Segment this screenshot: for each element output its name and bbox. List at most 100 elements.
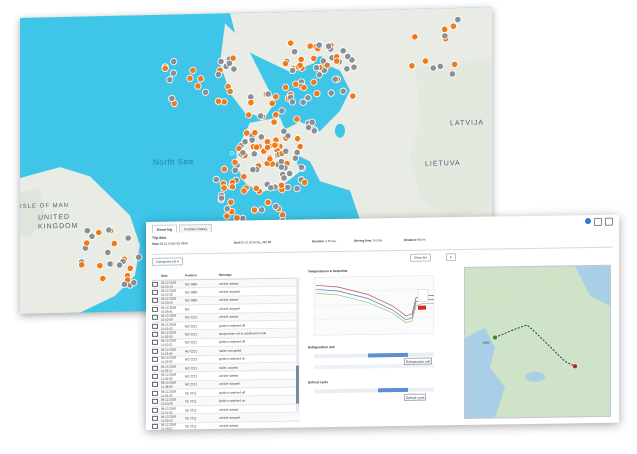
vehicle-marker-icon[interactable] (268, 99, 276, 107)
vehicle-marker-icon[interactable] (287, 39, 295, 47)
parked-vehicle-icon[interactable] (225, 59, 234, 67)
vehicle-marker-icon[interactable] (293, 115, 301, 123)
print-icon[interactable] (605, 217, 613, 226)
vehicle-marker-icon[interactable] (349, 92, 357, 100)
parked-vehicle-icon[interactable] (339, 87, 347, 95)
scrollbar-thumb[interactable] (296, 365, 299, 404)
vehicle-marker-icon[interactable] (306, 42, 314, 50)
parked-vehicle-icon[interactable] (304, 123, 313, 132)
parked-vehicle-icon[interactable] (429, 64, 437, 72)
tab-position-history[interactable]: Position history (179, 223, 213, 233)
parked-vehicle-icon[interactable] (339, 47, 347, 55)
vehicle-marker-icon[interactable] (411, 33, 419, 41)
parked-vehicle-icon[interactable] (88, 232, 96, 240)
export-icon[interactable] (594, 217, 602, 226)
vehicle-marker-icon[interactable] (189, 66, 197, 74)
vehicle-marker-icon[interactable] (277, 181, 286, 189)
vehicle-marker-icon[interactable] (408, 62, 416, 70)
vehicle-marker-icon[interactable] (253, 143, 261, 151)
parked-vehicle-icon[interactable] (135, 253, 143, 261)
parked-vehicle-icon[interactable] (250, 150, 258, 158)
parked-vehicle-icon[interactable] (130, 279, 138, 287)
vehicle-marker-icon[interactable] (333, 57, 341, 65)
parked-vehicle-icon[interactable] (304, 94, 312, 102)
parked-vehicle-icon[interactable] (441, 32, 449, 40)
parked-vehicle-icon[interactable] (448, 70, 456, 78)
parked-vehicle-icon[interactable] (278, 107, 286, 115)
parked-vehicle-icon[interactable] (169, 69, 177, 77)
parked-vehicle-icon[interactable] (170, 57, 178, 66)
route-map[interactable]: Oslo (464, 264, 611, 420)
vehicle-marker-icon[interactable] (310, 78, 318, 86)
vehicle-marker-icon[interactable] (78, 261, 86, 269)
parked-vehicle-icon[interactable] (343, 65, 351, 73)
parked-vehicle-icon[interactable] (344, 52, 352, 61)
parked-vehicle-icon[interactable] (277, 163, 286, 171)
vehicle-marker-icon[interactable] (250, 206, 259, 214)
vehicle-marker-icon[interactable] (296, 142, 304, 151)
parked-vehicle-icon[interactable] (115, 261, 124, 269)
parked-vehicle-icon[interactable] (327, 89, 335, 97)
vehicle-marker-icon[interactable] (313, 89, 321, 98)
parked-vehicle-icon[interactable] (214, 70, 223, 79)
vehicle-marker-icon[interactable] (270, 118, 278, 126)
parked-vehicle-icon[interactable] (282, 147, 290, 155)
parked-vehicle-icon[interactable] (293, 148, 301, 156)
temperature-chart[interactable] (308, 267, 456, 419)
vehicle-marker-icon[interactable] (272, 111, 280, 119)
parked-vehicle-icon[interactable] (241, 138, 249, 146)
parked-vehicle-icon[interactable] (350, 63, 358, 71)
parked-vehicle-icon[interactable] (201, 88, 210, 96)
parked-vehicle-icon[interactable] (312, 64, 321, 72)
vehicle-marker-icon[interactable] (300, 83, 308, 92)
parked-vehicle-icon[interactable] (217, 57, 225, 66)
column-position[interactable]: Position (185, 273, 219, 280)
vehicle-marker-icon[interactable] (197, 75, 205, 83)
parked-vehicle-icon[interactable] (289, 66, 297, 75)
vehicle-marker-icon[interactable] (95, 228, 103, 237)
chevron-down-icon[interactable]: ▾ (446, 253, 456, 262)
vehicle-marker-icon[interactable] (247, 98, 255, 107)
parked-vehicle-icon[interactable] (249, 166, 257, 174)
vehicle-marker-icon[interactable] (231, 158, 239, 166)
parked-vehicle-icon[interactable] (310, 127, 318, 135)
parked-vehicle-icon[interactable] (280, 174, 288, 182)
parked-vehicle-icon[interactable] (83, 227, 91, 235)
vehicle-marker-icon[interactable] (421, 57, 430, 65)
vehicle-marker-icon[interactable] (245, 111, 253, 119)
parked-vehicle-icon[interactable] (124, 234, 132, 242)
vehicle-marker-icon[interactable] (220, 165, 228, 173)
parked-vehicle-icon[interactable] (104, 248, 112, 257)
parked-vehicle-icon[interactable] (248, 136, 256, 144)
vehicle-marker-icon[interactable] (186, 74, 194, 82)
vehicle-marker-icon[interactable] (161, 64, 169, 72)
parked-vehicle-icon[interactable] (286, 169, 294, 178)
parked-vehicle-icon[interactable] (325, 42, 333, 50)
vehicle-marker-icon[interactable] (227, 198, 235, 206)
vehicle-marker-icon[interactable] (266, 155, 274, 163)
vehicle-marker-icon[interactable] (310, 54, 318, 63)
parked-vehicle-icon[interactable] (454, 15, 462, 24)
parked-vehicle-icon[interactable] (231, 166, 239, 174)
parked-vehicle-icon[interactable] (168, 94, 176, 103)
vehicle-marker-icon[interactable] (292, 80, 300, 88)
parked-vehicle-icon[interactable] (331, 75, 339, 83)
vehicle-marker-icon[interactable] (323, 61, 331, 69)
trip-detail-window[interactable]: Event log Position history Trip data Sta… (146, 214, 619, 430)
parked-vehicle-icon[interactable] (106, 260, 114, 268)
parked-vehicle-icon[interactable] (166, 76, 174, 84)
parked-vehicle-icon[interactable] (272, 202, 280, 211)
parked-vehicle-icon[interactable] (288, 98, 296, 106)
vehicle-marker-icon[interactable] (83, 239, 91, 247)
log-scrollbar[interactable] (296, 277, 299, 413)
vehicle-marker-icon[interactable] (226, 87, 234, 96)
vehicle-marker-icon[interactable] (449, 22, 457, 30)
vehicle-marker-icon[interactable] (441, 25, 449, 33)
parked-vehicle-icon[interactable] (257, 133, 265, 141)
vehicle-marker-icon[interactable] (272, 93, 280, 101)
column-message[interactable]: Message (219, 272, 300, 279)
parked-vehicle-icon[interactable] (105, 226, 113, 234)
vehicle-marker-icon[interactable] (251, 129, 259, 137)
vehicle-marker-icon[interactable] (194, 82, 202, 90)
vehicle-marker-icon[interactable] (240, 173, 248, 181)
